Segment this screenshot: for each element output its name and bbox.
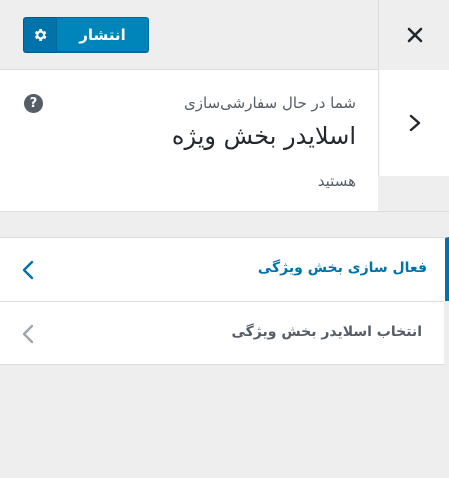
customizer-header: انتشار: [0, 0, 449, 70]
close-icon: [407, 27, 422, 43]
publish-button-group: انتشار: [23, 17, 149, 53]
publish-settings-button[interactable]: [23, 17, 57, 53]
publish-button[interactable]: انتشار: [57, 17, 149, 53]
section-select-feature-slider[interactable]: انتخاب اسلایدر بخش ویژگی: [0, 301, 444, 365]
section-activate-feature[interactable]: فعال سازی بخش ویژگی: [0, 237, 449, 301]
section-label: فعال سازی بخش ویژگی: [257, 260, 427, 276]
customizing-info-panel: ? شما در حال سفارشی‌سازی اسلایدر بخش ویژ…: [0, 70, 378, 211]
back-button[interactable]: [378, 70, 449, 176]
section-label: انتخاب اسلایدر بخش ویژگی: [231, 324, 422, 340]
chevron-right-icon: [409, 114, 420, 132]
gear-icon: [34, 29, 47, 41]
chevron-left-icon: [22, 324, 34, 344]
section-divider: [0, 211, 449, 237]
help-icon[interactable]: ?: [24, 94, 43, 113]
customizing-prefix: شما در حال سفارشی‌سازی: [184, 94, 356, 112]
customizing-suffix: هستید: [317, 172, 356, 190]
chevron-left-icon: [22, 260, 34, 280]
panel-title: اسلایدر بخش ویژه: [171, 122, 356, 150]
close-button[interactable]: [378, 0, 449, 70]
